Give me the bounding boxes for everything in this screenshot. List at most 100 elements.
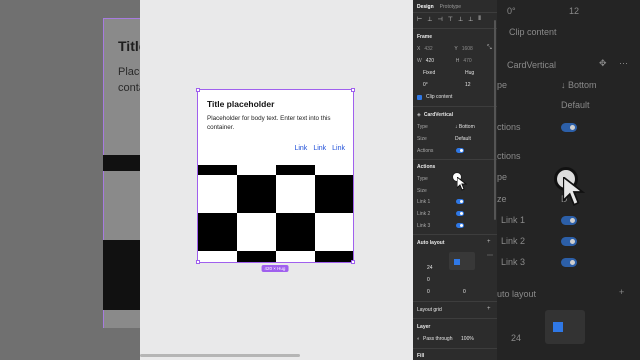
actions-prop-row: Actions bbox=[417, 148, 493, 154]
component-icon: ◈ bbox=[417, 112, 421, 118]
component-row: ◈ CardVertical bbox=[417, 112, 493, 118]
checker-cell bbox=[198, 165, 237, 175]
link3-row: Link 3 bbox=[417, 223, 493, 229]
opacity-input[interactable]: 100% bbox=[461, 336, 474, 342]
height-mode-select[interactable]: Hug bbox=[465, 70, 474, 76]
link1-row: Link 1 bbox=[417, 199, 493, 205]
checker-cell bbox=[237, 251, 276, 262]
zoom-left-block bbox=[103, 155, 140, 171]
type-prop-row: Type ↓ Bottom bbox=[417, 124, 493, 130]
zoom-gap-value: 24 bbox=[511, 333, 522, 343]
rotation-input[interactable]: 0° bbox=[423, 82, 463, 88]
align-left-icon[interactable]: ⊢ bbox=[417, 16, 422, 23]
x-label: X bbox=[417, 46, 421, 52]
size-prop-label: Size bbox=[417, 136, 427, 142]
w-input[interactable]: 420 bbox=[426, 58, 456, 64]
width-mode-select[interactable]: Fixed bbox=[423, 70, 463, 76]
actions-toggle[interactable] bbox=[456, 148, 464, 153]
add-auto-layout-icon[interactable]: + bbox=[487, 239, 491, 245]
link3-label: Link 3 bbox=[417, 223, 431, 229]
zoom-more-icon: ⋯ bbox=[619, 58, 628, 68]
actions-section-title: Actions bbox=[417, 164, 436, 170]
zoom-component-name: CardVertical bbox=[507, 60, 557, 70]
padding-vertical-input[interactable]: 0 bbox=[427, 289, 455, 295]
layer-row: ◐ Pass through 100% bbox=[417, 336, 493, 342]
checker-cell bbox=[315, 175, 353, 213]
panel-scrollbar[interactable] bbox=[494, 20, 496, 220]
zoom-left-block bbox=[103, 240, 140, 310]
distribute-icon[interactable]: ⫴ bbox=[478, 16, 481, 23]
zoom-component-icon: ✥ bbox=[599, 58, 607, 68]
y-input[interactable]: 1608 bbox=[462, 46, 473, 52]
link3-toggle[interactable] bbox=[456, 223, 464, 228]
zoom-link2: Link 2 bbox=[501, 236, 526, 246]
zoom-actions-toggle bbox=[561, 123, 577, 132]
radius-input[interactable]: 12 bbox=[465, 82, 471, 88]
tab-design[interactable]: Design bbox=[417, 4, 434, 10]
divider bbox=[413, 159, 497, 160]
checker-cell bbox=[276, 213, 315, 251]
zoom-size2-label: ze bbox=[497, 194, 507, 204]
gap-row: 24 bbox=[417, 265, 493, 271]
link2-toggle[interactable] bbox=[456, 211, 464, 216]
link2-row: Link 2 bbox=[417, 211, 493, 217]
type-prop-select[interactable]: ↓ Bottom bbox=[455, 124, 475, 130]
zoom-type-value: ↓ Bottom bbox=[561, 80, 597, 90]
checker-image[interactable] bbox=[198, 165, 353, 262]
resize-handle-bottom-right[interactable] bbox=[351, 260, 355, 264]
zoom-left-body-line2: contai bbox=[118, 82, 140, 94]
padding-h-row: 0 bbox=[417, 277, 493, 283]
blend-mode-select[interactable]: Pass through bbox=[423, 336, 461, 342]
size-prop-select[interactable]: Default bbox=[455, 136, 471, 142]
card-title[interactable]: Title placeholder bbox=[207, 99, 274, 109]
h-label: H bbox=[455, 58, 460, 64]
card-link-3[interactable]: Link bbox=[332, 145, 345, 152]
resize-handle-top-right[interactable] bbox=[351, 88, 355, 92]
checker-cell bbox=[315, 251, 353, 262]
card-link-1[interactable]: Link bbox=[294, 145, 307, 152]
divider bbox=[413, 301, 497, 302]
x-input[interactable]: 432 bbox=[424, 46, 454, 52]
resize-constraint-icon[interactable]: ⤡ bbox=[487, 45, 492, 52]
design-canvas[interactable]: Title placeholder Placeholder for body t… bbox=[140, 0, 413, 360]
gap-input[interactable]: 24 bbox=[427, 265, 433, 271]
align-middle-icon[interactable]: ⊥ bbox=[458, 16, 463, 23]
auto-layout-more-icon[interactable]: ⋯ bbox=[487, 252, 493, 259]
y-label: Y bbox=[454, 46, 458, 52]
canvas-scrollbar[interactable] bbox=[140, 354, 300, 357]
resize-handle-top-left[interactable] bbox=[196, 88, 200, 92]
divider bbox=[413, 106, 497, 107]
align-bottom-icon[interactable]: ⊥ bbox=[468, 16, 473, 23]
card-links: Link Link Link bbox=[294, 145, 345, 152]
card-link-2[interactable]: Link bbox=[313, 145, 326, 152]
resizing-row: Fixed Hug bbox=[417, 70, 493, 76]
zoom-clip-content: Clip content bbox=[509, 27, 557, 37]
card-body-text[interactable]: Placeholder for body text. Enter text in… bbox=[207, 114, 347, 132]
actions-size-label: Size bbox=[417, 188, 427, 194]
link2-label: Link 2 bbox=[417, 211, 431, 217]
component-name[interactable]: CardVertical bbox=[424, 112, 453, 118]
resize-handle-bottom-left[interactable] bbox=[196, 260, 200, 264]
zoom-link1: Link 1 bbox=[501, 215, 526, 225]
h-input[interactable]: 470 bbox=[463, 58, 471, 64]
wh-row: W 420 H 470 bbox=[417, 58, 493, 64]
tab-prototype[interactable]: Prototype bbox=[440, 4, 461, 10]
auto-layout-title: Auto layout bbox=[417, 240, 445, 246]
padding-extra-input[interactable]: 0 bbox=[463, 289, 466, 295]
add-layout-grid-icon[interactable]: + bbox=[487, 306, 491, 312]
clip-content-checkbox[interactable] bbox=[417, 94, 422, 100]
w-label: W bbox=[417, 58, 422, 64]
align-center-icon[interactable]: ⊥ bbox=[427, 16, 432, 23]
zoom-type-label: pe bbox=[497, 80, 508, 90]
link1-label: Link 1 bbox=[417, 199, 431, 205]
align-top-icon[interactable]: ⊤ bbox=[448, 16, 453, 23]
layout-grid-title: Layout grid bbox=[417, 307, 442, 313]
zoom-link2-toggle bbox=[561, 237, 577, 246]
link1-toggle[interactable] bbox=[456, 199, 464, 204]
padding-horizontal-input[interactable]: 0 bbox=[427, 277, 430, 283]
card-vertical-frame[interactable]: Title placeholder Placeholder for body t… bbox=[197, 89, 354, 263]
align-right-icon[interactable]: ⊣ bbox=[437, 16, 442, 23]
type-prop-label: Type bbox=[417, 124, 428, 130]
actions-size-row: Size bbox=[417, 188, 493, 194]
divider bbox=[413, 234, 497, 235]
